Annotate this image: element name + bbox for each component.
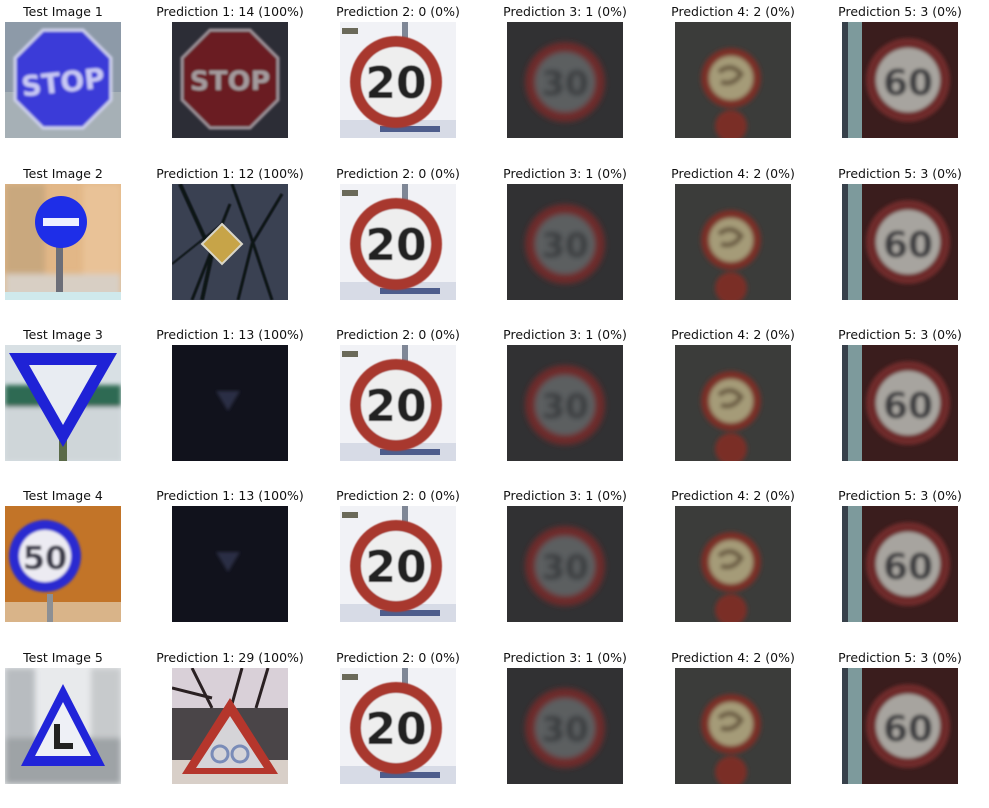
- yield-sign-dark-icon: [172, 345, 288, 461]
- speed-limit-30-dark-icon: 30: [507, 22, 623, 138]
- sign-text: 30: [541, 226, 588, 266]
- speed-limit-20-icon: 20: [340, 184, 456, 300]
- prediction-title: Prediction 1: 13 (100%): [156, 327, 304, 342]
- prediction-title: Prediction 3: 1 (0%): [503, 4, 627, 19]
- sign-text: 30: [541, 64, 588, 104]
- speed-limit-20-icon: 20: [340, 345, 456, 461]
- speed-limit-20-icon: 20: [340, 22, 456, 138]
- sign-text: 30: [541, 710, 588, 750]
- yield-sign-blue-icon: [5, 345, 121, 461]
- test-image-title: Test Image 3: [23, 327, 103, 342]
- prediction-title: Prediction 5: 3 (0%): [838, 327, 962, 342]
- speed-limit-20-icon: 20: [340, 668, 456, 784]
- prediction-title: Prediction 2: 0 (0%): [336, 650, 460, 665]
- speed-limit-20-icon: 20: [340, 506, 456, 622]
- prediction-title: Prediction 3: 1 (0%): [503, 650, 627, 665]
- prediction-title: Prediction 1: 29 (100%): [156, 650, 304, 665]
- prediction-title: Prediction 1: 13 (100%): [156, 488, 304, 503]
- prediction-title: Prediction 4: 2 (0%): [671, 650, 795, 665]
- prediction-title: Prediction 1: 14 (100%): [156, 4, 304, 19]
- sign-text: 20: [365, 58, 426, 109]
- warning-triangle-blue-icon: [5, 668, 121, 784]
- prediction-title: Prediction 4: 2 (0%): [671, 488, 795, 503]
- prediction-title: Prediction 2: 0 (0%): [336, 488, 460, 503]
- speed-limit-60-icon: 60: [842, 22, 958, 138]
- speed-limit-50-dark-icon: [675, 506, 791, 622]
- speed-limit-30-dark-icon: 30: [507, 506, 623, 622]
- speed-limit-50-dark-icon: [675, 345, 791, 461]
- test-image-title: Test Image 4: [23, 488, 103, 503]
- test-image-title: Test Image 5: [23, 650, 103, 665]
- speed-limit-60-icon: 60: [842, 668, 958, 784]
- sign-text: 30: [541, 548, 588, 588]
- speed-limit-50-blue-icon: 50: [5, 506, 121, 622]
- sign-text: 60: [883, 547, 933, 588]
- prediction-title: Prediction 2: 0 (0%): [336, 327, 460, 342]
- sign-text: 60: [883, 225, 933, 266]
- sign-text: 60: [883, 63, 933, 104]
- prediction-title: Prediction 3: 1 (0%): [503, 327, 627, 342]
- speed-limit-30-dark-icon: 30: [507, 668, 623, 784]
- no-entry-sign-icon: [5, 184, 121, 300]
- speed-limit-50-dark-icon: [675, 668, 791, 784]
- prediction-title: Prediction 4: 2 (0%): [671, 166, 795, 181]
- speed-limit-50-dark-icon: [675, 184, 791, 300]
- yield-sign-dark-icon: [172, 506, 288, 622]
- bicycle-crossing-sign-icon: [172, 668, 288, 784]
- prediction-title: Prediction 5: 3 (0%): [838, 166, 962, 181]
- test-image-title: Test Image 2: [23, 166, 103, 181]
- prediction-title: Prediction 4: 2 (0%): [671, 4, 795, 19]
- prediction-title: Prediction 2: 0 (0%): [336, 4, 460, 19]
- speed-limit-30-dark-icon: 30: [507, 184, 623, 300]
- sign-text: 50: [23, 539, 68, 577]
- sign-text: 30: [541, 387, 588, 427]
- sign-text: 20: [365, 542, 426, 593]
- sign-text: 20: [365, 381, 426, 432]
- speed-limit-50-dark-icon: [675, 22, 791, 138]
- prediction-title: Prediction 5: 3 (0%): [838, 488, 962, 503]
- speed-limit-30-dark-icon: 30: [507, 345, 623, 461]
- prediction-title: Prediction 4: 2 (0%): [671, 327, 795, 342]
- sign-text: 20: [365, 220, 426, 271]
- priority-road-sign-icon: [172, 184, 288, 300]
- prediction-title: Prediction 5: 3 (0%): [838, 650, 962, 665]
- sign-text: 60: [883, 386, 933, 427]
- speed-limit-60-icon: 60: [842, 345, 958, 461]
- test-image-title: Test Image 1: [23, 4, 103, 19]
- prediction-title: Prediction 3: 1 (0%): [503, 166, 627, 181]
- stop-sign-blue-icon: STOP: [5, 22, 121, 138]
- speed-limit-60-icon: 60: [842, 506, 958, 622]
- prediction-title: Prediction 2: 0 (0%): [336, 166, 460, 181]
- stop-sign-icon: STOP: [172, 22, 288, 138]
- prediction-title: Prediction 1: 12 (100%): [156, 166, 304, 181]
- prediction-title: Prediction 3: 1 (0%): [503, 488, 627, 503]
- sign-text: 20: [365, 704, 426, 755]
- prediction-title: Prediction 5: 3 (0%): [838, 4, 962, 19]
- sign-text: 60: [883, 709, 933, 750]
- sign-text: STOP: [190, 66, 271, 97]
- prediction-grid: Test Image 1 STOP Prediction 1: 14 (100%…: [0, 0, 989, 808]
- speed-limit-60-icon: 60: [842, 184, 958, 300]
